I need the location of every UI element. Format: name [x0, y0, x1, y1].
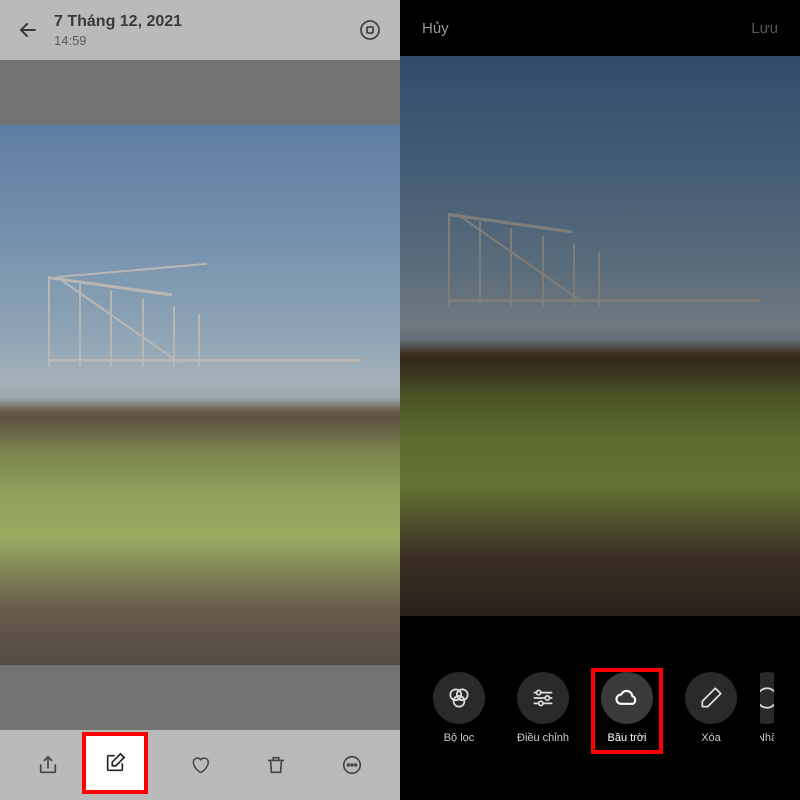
tool-adjust-label: Điều chỉnh: [517, 732, 569, 744]
sticker-icon: [760, 685, 774, 711]
favorite-button[interactable]: [176, 741, 224, 789]
tool-filter-label: Bộ lọc: [444, 732, 475, 744]
trash-icon: [265, 754, 287, 776]
delete-button[interactable]: [252, 741, 300, 789]
tool-filter[interactable]: Bộ lọc: [424, 672, 494, 744]
more-icon: [341, 754, 363, 776]
tool-erase[interactable]: Xóa: [676, 672, 746, 744]
editor-tool-strip[interactable]: Bộ lọc Điều chỉnh Bầu trời Xóa Nh: [400, 616, 800, 800]
title-block: 7 Tháng 12, 2021 14:59: [54, 13, 342, 48]
photo: [0, 125, 400, 665]
tool-sky[interactable]: Bầu trời: [592, 672, 662, 744]
viewer-toolbar: [0, 730, 400, 800]
cancel-button[interactable]: Hủy: [422, 20, 449, 37]
back-button[interactable]: [14, 16, 42, 44]
edit-button-highlight: [82, 732, 148, 794]
save-button[interactable]: Lưu: [751, 20, 778, 37]
tool-sticker-label: Nhã: [760, 732, 774, 744]
photo-viewport[interactable]: [0, 60, 400, 730]
photo-time: 14:59: [54, 33, 342, 48]
eraser-icon: [698, 685, 724, 711]
filter-icon: [446, 685, 472, 711]
editor-header: Hủy Lưu: [400, 0, 800, 56]
tool-adjust[interactable]: Điều chỉnh: [508, 672, 578, 744]
viewer-header: 7 Tháng 12, 2021 14:59: [0, 0, 400, 60]
photo-viewer-screen: 7 Tháng 12, 2021 14:59: [0, 0, 400, 800]
sync-icon: [358, 18, 382, 42]
tool-sticker[interactable]: Nhã: [760, 672, 774, 744]
sync-button[interactable]: [354, 14, 386, 46]
photo-editor-screen: Hủy Lưu Bộ lọc: [400, 0, 800, 800]
editor-photo: [400, 56, 800, 616]
cloud-icon: [613, 684, 641, 712]
edit-button[interactable]: [91, 739, 139, 787]
arrow-left-icon: [16, 18, 40, 42]
photo-date: 7 Tháng 12, 2021: [54, 13, 342, 31]
tool-erase-label: Xóa: [701, 732, 721, 744]
more-button[interactable]: [328, 741, 376, 789]
adjust-icon: [530, 685, 556, 711]
editor-photo-viewport[interactable]: [400, 56, 800, 616]
edit-icon: [104, 752, 126, 774]
tool-sky-label: Bầu trời: [607, 732, 646, 744]
share-icon: [37, 754, 59, 776]
heart-icon: [189, 754, 211, 776]
share-button[interactable]: [24, 741, 72, 789]
